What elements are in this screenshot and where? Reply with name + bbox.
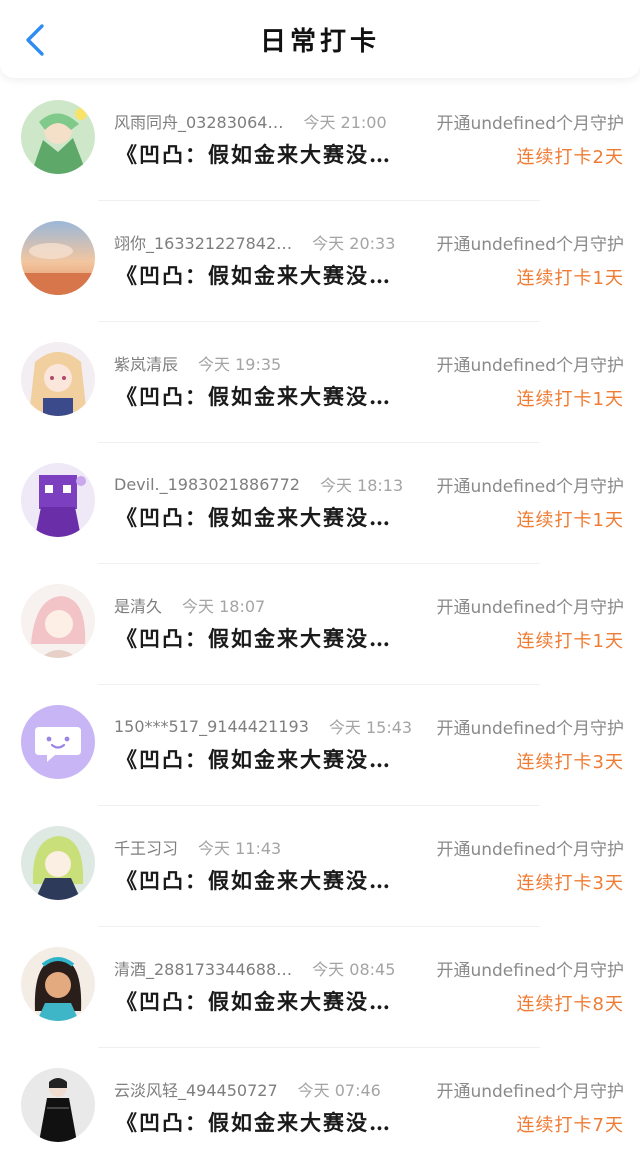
list-item[interactable]: 千王习习 今天 11:43 开通undefined个月守护 《凹凸：假如金来大赛… bbox=[0, 806, 640, 927]
checkin-meta: 翊你_163321227842… 今天 20:33 bbox=[114, 231, 395, 253]
avatar[interactable] bbox=[21, 584, 95, 658]
book-title[interactable]: 《凹凸：假如金来大赛没… bbox=[116, 987, 392, 1015]
list-item[interactable]: 云淡风轻_494450727 今天 07:46 开通undefined个月守护 … bbox=[0, 1048, 640, 1169]
checkin-meta: 紫岚清辰 今天 19:35 bbox=[114, 352, 281, 374]
user-name[interactable]: 是清久 bbox=[114, 593, 162, 617]
user-name[interactable]: 千王习习 bbox=[114, 835, 178, 859]
checkin-time: 今天 21:00 bbox=[303, 113, 387, 132]
checkin-time: 今天 19:35 bbox=[198, 355, 282, 374]
list-item[interactable]: 是清久 今天 18:07 开通undefined个月守护 《凹凸：假如金来大赛没… bbox=[0, 564, 640, 685]
streak-label: 连续打卡8天 bbox=[516, 994, 624, 1015]
checkin-time: 今天 18:13 bbox=[319, 476, 404, 495]
user-name[interactable]: Devil._1983021886772 bbox=[114, 475, 300, 494]
list-item[interactable]: 清酒_288173344688… 今天 08:45 开通undefined个月守… bbox=[0, 927, 640, 1048]
streak-label: 连续打卡1天 bbox=[516, 631, 624, 652]
avatar[interactable] bbox=[21, 463, 95, 537]
streak-label: 连续打卡2天 bbox=[516, 147, 624, 168]
avatar[interactable] bbox=[21, 705, 95, 779]
book-title[interactable]: 《凹凸：假如金来大赛没… bbox=[116, 745, 392, 773]
checkin-meta: 150***517_9144421193 今天 15:43 bbox=[114, 715, 413, 738]
guard-info: 开通undefined个月守护 bbox=[436, 1081, 624, 1102]
guard-info: 开通undefined个月守护 bbox=[436, 960, 624, 981]
avatar[interactable] bbox=[21, 1068, 95, 1142]
checkin-time: 今天 08:45 bbox=[312, 960, 396, 979]
list-item[interactable]: 150***517_9144421193 今天 15:43 开通undefine… bbox=[0, 685, 640, 806]
checkin-meta: 云淡风轻_494450727 今天 07:46 bbox=[114, 1078, 381, 1100]
chevron-left-icon bbox=[26, 24, 44, 56]
list-item[interactable]: 风雨同舟_03283064… 今天 21:00 开通undefined个月守护 … bbox=[0, 80, 640, 201]
avatar[interactable] bbox=[21, 826, 95, 900]
checkin-meta: 风雨同舟_03283064… 今天 21:00 bbox=[114, 110, 387, 132]
checkin-time: 今天 07:46 bbox=[297, 1081, 381, 1100]
book-title[interactable]: 《凹凸：假如金来大赛没… bbox=[116, 624, 392, 652]
user-name[interactable]: 紫岚清辰 bbox=[114, 351, 178, 375]
book-title[interactable]: 《凹凸：假如金来大赛没… bbox=[116, 503, 392, 531]
user-name[interactable]: 风雨同舟_03283064… bbox=[114, 109, 283, 133]
streak-label: 连续打卡1天 bbox=[516, 268, 624, 289]
checkin-time: 今天 11:43 bbox=[198, 839, 282, 858]
user-name[interactable]: 150***517_9144421193 bbox=[114, 717, 309, 736]
guard-info: 开通undefined个月守护 bbox=[436, 234, 624, 255]
checkin-time: 今天 15:43 bbox=[328, 718, 413, 737]
streak-label: 连续打卡7天 bbox=[516, 1115, 624, 1136]
back-button[interactable] bbox=[20, 22, 50, 58]
top-bar: 日常打卡 bbox=[0, 0, 640, 78]
checkin-time: 今天 18:07 bbox=[182, 597, 266, 616]
avatar[interactable] bbox=[21, 221, 95, 295]
list-item[interactable]: 翊你_163321227842… 今天 20:33 开通undefined个月守… bbox=[0, 201, 640, 322]
guard-info: 开通undefined个月守护 bbox=[436, 839, 624, 860]
user-name[interactable]: 清酒_288173344688… bbox=[114, 956, 292, 980]
checkin-meta: 清酒_288173344688… 今天 08:45 bbox=[114, 957, 395, 979]
chat-bubble-icon bbox=[21, 705, 95, 779]
user-name[interactable]: 翊你_163321227842… bbox=[114, 230, 292, 254]
checkin-meta: Devil._1983021886772 今天 18:13 bbox=[114, 473, 404, 496]
streak-label: 连续打卡3天 bbox=[516, 752, 624, 773]
avatar[interactable] bbox=[21, 342, 95, 416]
streak-label: 连续打卡3天 bbox=[516, 873, 624, 894]
guard-info: 开通undefined个月守护 bbox=[436, 355, 624, 376]
guard-info: 开通undefined个月守护 bbox=[436, 718, 624, 739]
user-name[interactable]: 云淡风轻_494450727 bbox=[114, 1077, 278, 1101]
checkin-time: 今天 20:33 bbox=[312, 234, 396, 253]
guard-info: 开通undefined个月守护 bbox=[436, 476, 624, 497]
guard-info: 开通undefined个月守护 bbox=[436, 113, 624, 134]
page-title: 日常打卡 bbox=[259, 26, 380, 57]
checkin-meta: 是清久 今天 18:07 bbox=[114, 594, 265, 616]
book-title[interactable]: 《凹凸：假如金来大赛没… bbox=[116, 140, 392, 168]
book-title[interactable]: 《凹凸：假如金来大赛没… bbox=[116, 382, 392, 410]
streak-label: 连续打卡1天 bbox=[516, 389, 624, 410]
book-title[interactable]: 《凹凸：假如金来大赛没… bbox=[116, 1108, 392, 1136]
checkin-meta: 千王习习 今天 11:43 bbox=[114, 836, 281, 858]
list-item[interactable]: 紫岚清辰 今天 19:35 开通undefined个月守护 《凹凸：假如金来大赛… bbox=[0, 322, 640, 443]
streak-label: 连续打卡1天 bbox=[516, 510, 624, 531]
avatar[interactable] bbox=[21, 100, 95, 174]
guard-info: 开通undefined个月守护 bbox=[436, 597, 624, 618]
book-title[interactable]: 《凹凸：假如金来大赛没… bbox=[116, 261, 392, 289]
book-title[interactable]: 《凹凸：假如金来大赛没… bbox=[116, 866, 392, 894]
avatar[interactable] bbox=[21, 947, 95, 1021]
checkin-list: 风雨同舟_03283064… 今天 21:00 开通undefined个月守护 … bbox=[0, 80, 640, 1169]
list-item[interactable]: Devil._1983021886772 今天 18:13 开通undefine… bbox=[0, 443, 640, 564]
